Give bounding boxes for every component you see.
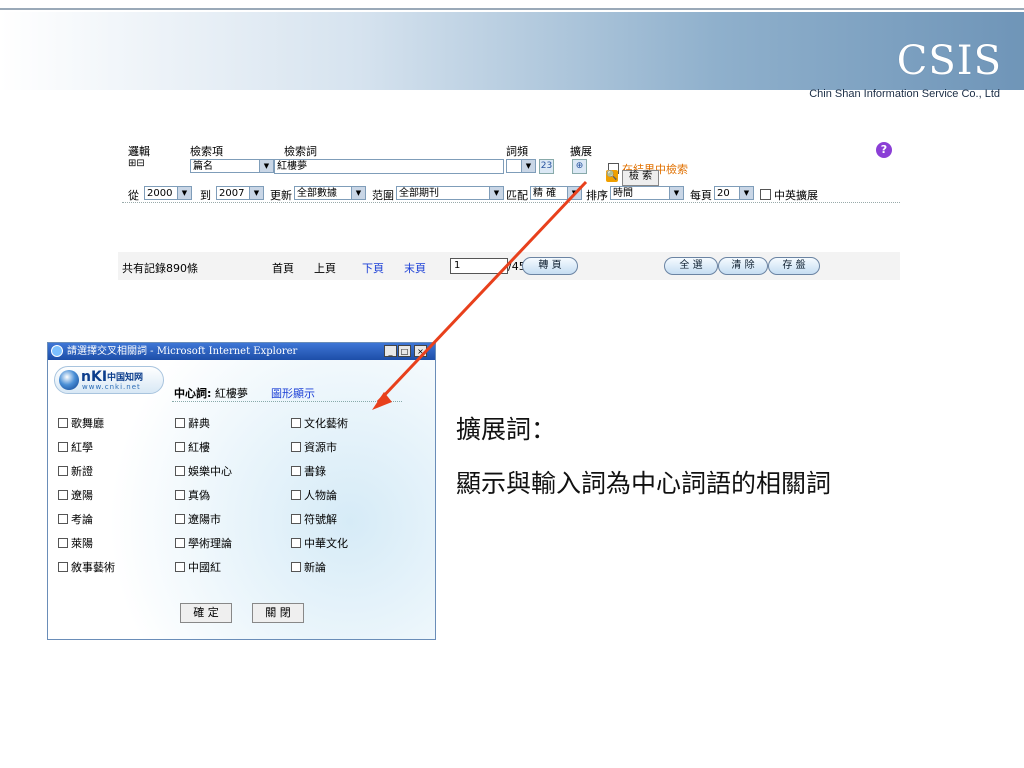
arrow-overlay [372,180,588,410]
caption-description: 顯示與輸入詞為中心詞語的相關詞 [456,469,832,498]
pointer-arrow-line [376,180,588,404]
caption-title: 擴展詞： [456,415,557,444]
pointer-arrow-head [372,392,392,410]
